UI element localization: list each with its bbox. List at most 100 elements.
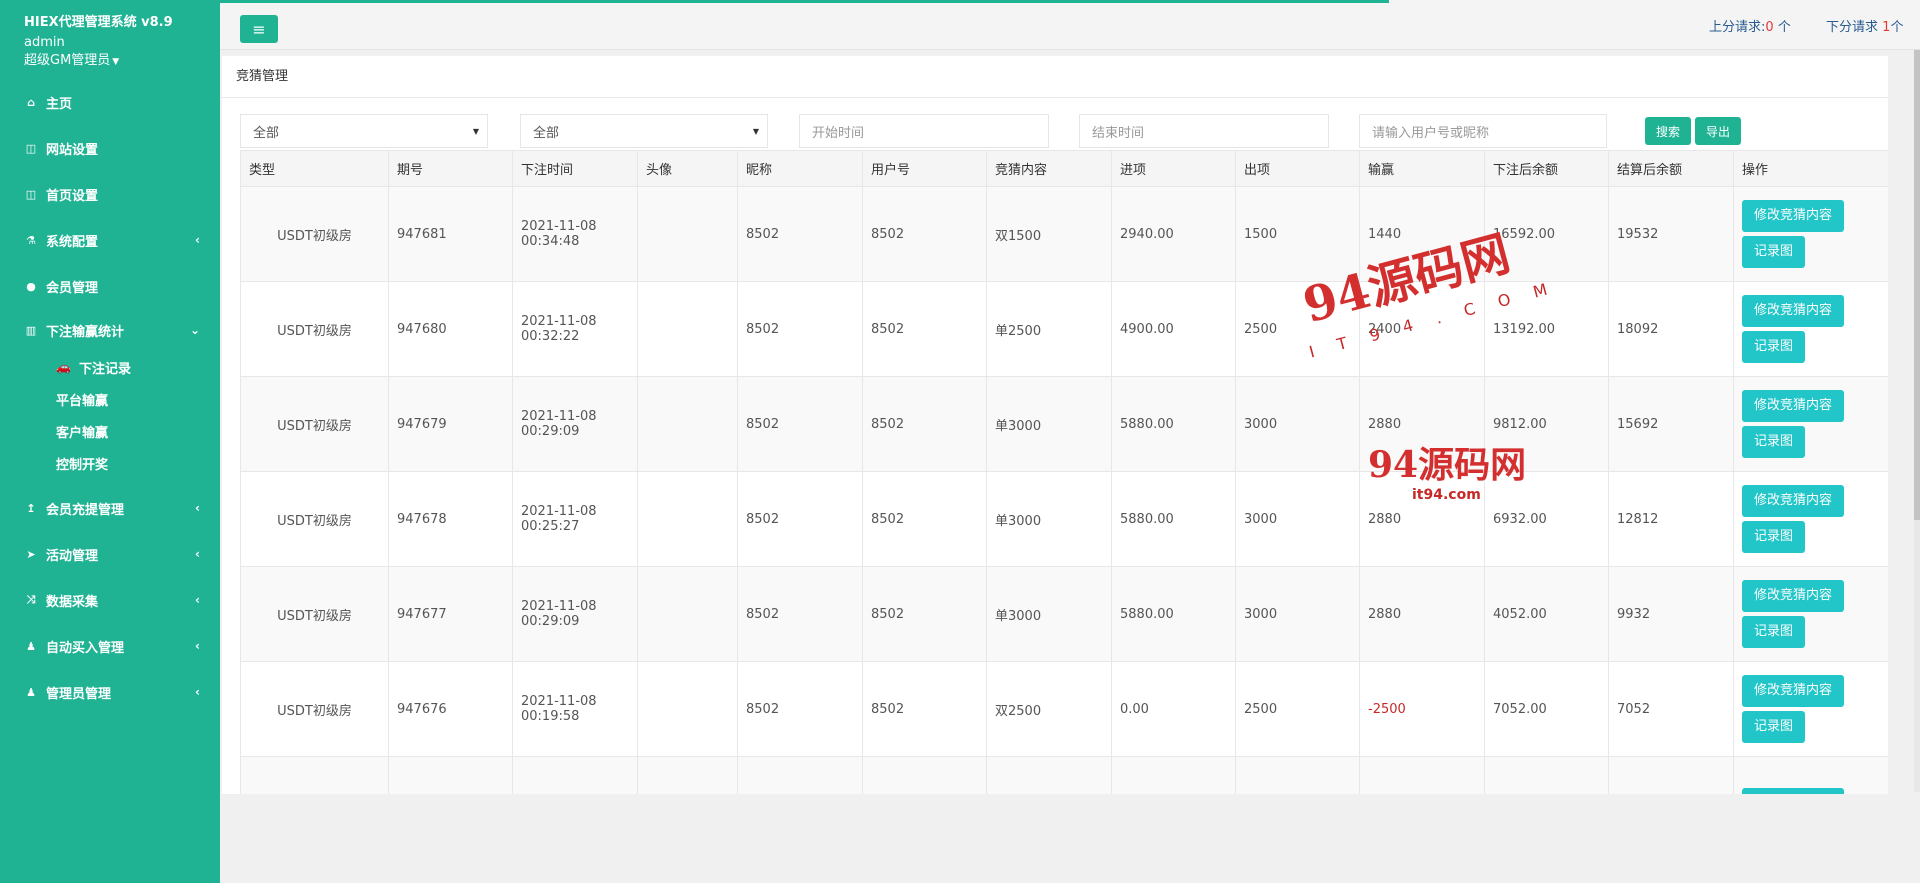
cell-bal-after-bet: 6932.00 [1484,471,1609,567]
table-row: USDT初级房 947678 2021-11-08 00:25:27 8502 8502 单… [240,471,1888,567]
cell-value: USDT初级房 [277,703,352,719]
edit-guess-button[interactable]: 修改竞猜内容 [1742,675,1845,707]
cell-value: USDT初级房 [277,228,352,244]
cell-value: 单3000 [995,513,1042,529]
column-header: 用户号 [862,150,987,187]
cell-period: 947677 [388,566,513,662]
record-chart-button[interactable]: 记录图 [1742,521,1806,553]
topbar: ≡ 上分请求:0 个 下分请求 1个 [220,0,1920,50]
cell-date: 2021-11-08 [521,694,597,709]
column-header: 出项 [1235,150,1360,187]
hamburger-icon: ≡ [252,19,266,39]
car-icon: 🚗 [56,360,71,374]
cell-uid: 8502 [862,471,987,567]
column-header: 竞猜内容 [986,150,1112,187]
cell-nickname: 8502 [737,186,863,282]
cell-bet-time: 2021-11-08 00:29:09 [512,376,638,472]
room-select[interactable]: 全部 ▼ [520,114,768,148]
cell-outgo: 1500 [1235,186,1360,282]
search-button[interactable]: 搜索 [1645,117,1691,145]
down-requests-unit: 个 [1890,20,1904,35]
cell-value: 5880.00 [1120,511,1174,527]
edit-guess-button[interactable]: 修改竞猜内容 [1742,390,1845,422]
up-requests-link[interactable]: 上分请求:0 个 [1709,16,1791,35]
cell-content: 双2500 [986,661,1112,757]
cell-avatar [637,376,738,472]
sidebar-item-home-settings[interactable]: ◫ 首页设置 [0,171,220,217]
cell-date: 2021-11-08 [521,599,597,614]
cell-date: 2021-11-08 [521,314,597,329]
caret-down-icon: ▼ [112,57,120,67]
cell-time: 00:29:09 [521,424,580,439]
user-search-input[interactable]: 请输入用户号或昵称 [1359,114,1607,148]
menu-toggle-button[interactable]: ≡ [240,15,278,43]
start-time-input[interactable]: 开始时间 [799,114,1049,148]
cell-value: 3000 [1244,416,1278,432]
cell-bal-after-bet: 4052.00 [1484,566,1609,662]
column-header: 输赢 [1359,150,1485,187]
cell-value: 2500 [1244,321,1278,337]
cell-value: 7052 [1617,701,1651,717]
cell-date: 2021-11-08 [521,409,597,424]
user-role-dropdown[interactable]: 超级GM管理员 ▼ [0,52,220,71]
sidebar-subitem-draw-control[interactable]: 控制开奖 [0,447,220,479]
cell-content: 单2500 [986,281,1112,377]
edit-guess-button[interactable]: 修改竞猜内容 [1742,580,1845,612]
record-chart-button[interactable]: 记录图 [1742,616,1806,648]
sidebar-subitem-label: 控制开奖 [56,457,109,473]
cell-value: 947677 [397,606,447,622]
cell-bal-after-bet: 16592.00 [1484,186,1609,282]
edit-guess-button[interactable]: 修改竞猜内容 [1742,788,1845,794]
cell-value: 6932.00 [1493,511,1547,527]
record-chart-button[interactable]: 记录图 [1742,331,1806,363]
caret-down-icon: ▼ [752,127,759,136]
sidebar-subitem-platform-profit[interactable]: 平台输赢 [0,383,220,415]
edit-guess-button[interactable]: 修改竞猜内容 [1742,200,1845,232]
end-time-input[interactable]: 结束时间 [1079,114,1329,148]
sidebar-item-home[interactable]: ⌂ 主页 [0,79,220,125]
record-chart-button[interactable]: 记录图 [1742,711,1806,743]
sidebar-subitem-bet-records[interactable]: 🚗 下注记录 [0,351,220,383]
column-header: 类型 [240,150,389,187]
home-icon: ⌂ [27,95,35,109]
sidebar-item-data-collect[interactable]: ⤨ 数据采集 ‹ [0,577,220,623]
sidebar-item-system-config[interactable]: ⚗ 系统配置 ‹ [0,217,220,263]
sidebar-item-admins[interactable]: ♟ 管理员管理 ‹ [0,669,220,715]
column-header: 下注后余额 [1484,150,1609,187]
sidebar-subitem-customer-profit[interactable]: 客户输赢 [0,415,220,447]
sidebar-item-activities[interactable]: ➤ 活动管理 ‹ [0,531,220,577]
cell-value: 8502 [746,511,780,527]
table-row: USDT初级房 947681 2021-11-08 00:34:48 8502 8502 双… [240,186,1888,282]
scrollbar-thumb[interactable] [1914,50,1920,520]
cell-type: USDT初级房 [240,281,389,377]
cell-value: 5880.00 [1120,416,1174,432]
cell-actions: 修改竞猜内容 [1733,756,1888,794]
cell-profit [1359,756,1485,794]
record-chart-button[interactable]: 记录图 [1742,236,1806,268]
edit-guess-button[interactable]: 修改竞猜内容 [1742,295,1845,327]
table-row: USDT初级房 947680 2021-11-08 00:32:22 8502 8502 单… [240,281,1888,377]
sidebar-item-auto-buy[interactable]: ♟ 自动买入管理 ‹ [0,623,220,669]
room-select-value: 全部 [533,125,560,141]
record-chart-button[interactable]: 记录图 [1742,426,1806,458]
edit-guess-button[interactable]: 修改竞猜内容 [1742,485,1845,517]
sidebar-item-bet-stats[interactable]: ▥ 下注输赢统计 ⌄ [0,309,220,351]
cell-income: 5880.00 [1111,566,1236,662]
cell-value: 8502 [746,321,780,337]
type-select[interactable]: 全部 ▼ [240,114,488,148]
cell-value: 18092 [1617,321,1659,337]
random-icon: ⤨ [26,593,36,606]
sidebar-item-label: 管理员管理 [46,686,112,702]
sidebar-item-deposit-withdraw[interactable]: ↥ 会员充提管理 ‹ [0,485,220,531]
chevron-left-icon: ‹ [195,233,200,247]
sidebar-item-site-settings[interactable]: ◫ 网站设置 [0,125,220,171]
cell-bet-time: 2021-11-08 00:25:27 [512,471,638,567]
down-requests-link[interactable]: 下分请求 1个 [1826,16,1903,35]
cell-bal-after-settle: 19532 [1608,186,1734,282]
cell-profit: 1440 [1359,186,1485,282]
sidebar-item-members[interactable]: ● 会员管理 [0,263,220,309]
export-button[interactable]: 导出 [1695,117,1741,145]
cell-value: USDT初级房 [277,418,352,434]
sidebar-nav: ⌂ 主页 ◫ 网站设置 ◫ 首页设置 ⚗ 系统配置 ‹ ● 会员管理 ▥ 下注输赢统计 ⌄ 🚗 下… [0,79,220,715]
cell-bet-time: 2021-11-08 00:19:58 [512,661,638,757]
